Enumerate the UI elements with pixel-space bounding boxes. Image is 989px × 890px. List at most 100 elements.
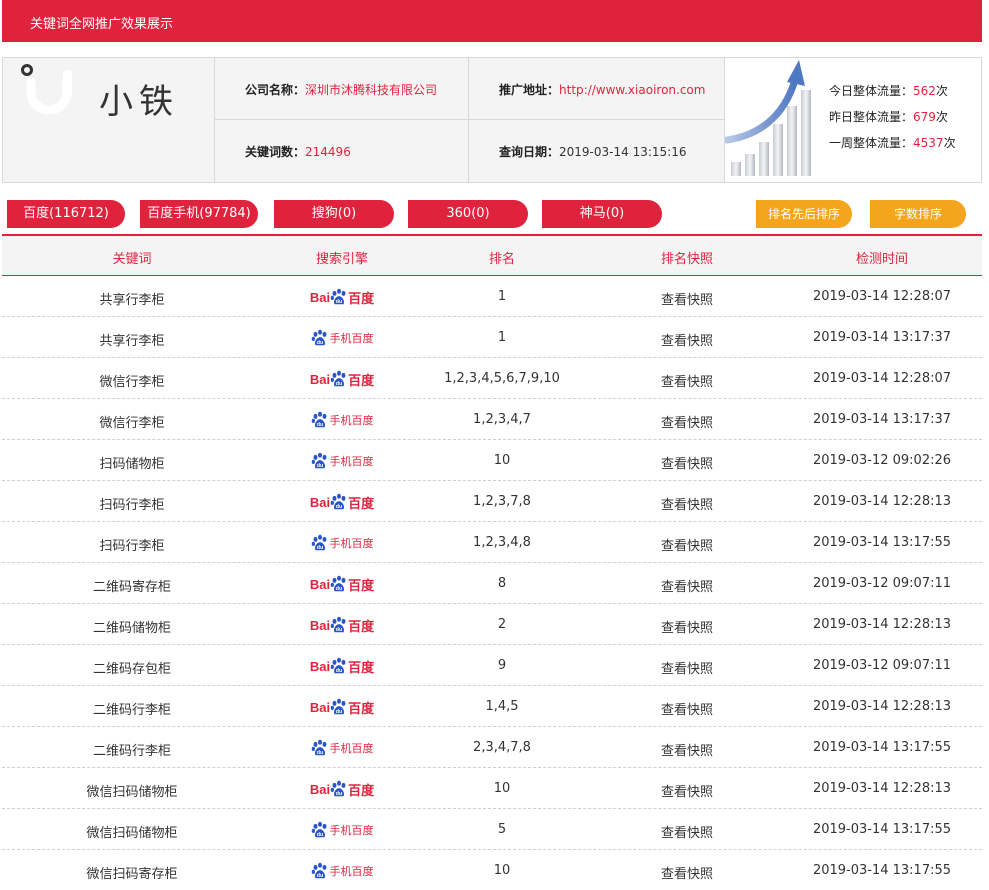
view-snapshot-link[interactable]: 查看快照 bbox=[587, 412, 787, 431]
engine-baidu-logo: Bai du 百度 bbox=[302, 653, 382, 679]
view-snapshot-link[interactable]: 查看快照 bbox=[587, 740, 787, 759]
baidu-logo-cn: 百度 bbox=[348, 291, 375, 307]
svg-text:du: du bbox=[316, 873, 323, 879]
baidu-logo-cn: 百度 bbox=[348, 578, 375, 594]
tab-baidu[interactable]: 百度(116712) bbox=[7, 200, 125, 228]
baidu-logo-cn: 百度 bbox=[348, 660, 375, 676]
baidu-logo-text: Bai bbox=[309, 289, 331, 305]
engine-baidu-logo: Bai du 百度 bbox=[302, 489, 382, 515]
cell-rank: 1,4,5 bbox=[485, 699, 519, 714]
svg-text:du: du bbox=[316, 463, 323, 469]
engine-tabs: 百度(116712) 百度手机(97784) 搜狗(0) 360(0) 神马(0… bbox=[0, 200, 989, 230]
traffic-yesterday-label: 昨日整体流量： bbox=[829, 110, 914, 124]
view-snapshot-link[interactable]: 查看快照 bbox=[587, 289, 787, 308]
cell-time: 2019-03-14 13:17:55 bbox=[812, 535, 952, 550]
table-row: 扫码行李柜 du 手机百度 1,2,3,4,8 查看快照 2019-03-14 … bbox=[2, 522, 982, 563]
engine-baidu-mobile-logo: du 手机百度 bbox=[302, 448, 382, 474]
table-row: 扫码储物柜 du 手机百度 10 查看快照 2019-03-12 09:02:2… bbox=[2, 440, 982, 481]
promo-url-label: 推广地址： bbox=[499, 83, 560, 97]
cell-time: 2019-03-12 09:07:11 bbox=[812, 576, 952, 591]
view-snapshot-link[interactable]: 查看快照 bbox=[587, 453, 787, 472]
svg-text:du: du bbox=[336, 586, 343, 592]
traffic-today: 今日整体流量：562次 bbox=[829, 82, 948, 99]
baidu-logo-text: Bai bbox=[309, 371, 331, 387]
engine-baidu-logo: Bai du 百度 bbox=[302, 694, 382, 720]
view-snapshot-link[interactable]: 查看快照 bbox=[587, 535, 787, 554]
table-row: 微信扫码寄存柜 du 手机百度 10 查看快照 2019-03-14 13:17… bbox=[2, 850, 982, 890]
tab-shenma[interactable]: 神马(0) bbox=[542, 200, 662, 228]
baidu-paw-icon: du bbox=[311, 739, 329, 757]
cell-keyword: 扫码行李柜 bbox=[99, 498, 165, 513]
info-panel: 小铁 公司名称：深圳市沐腾科技有限公司 推广地址：http://www.xiao… bbox=[2, 57, 982, 183]
keyword-count-cell: 关键词数：214496 bbox=[215, 120, 469, 182]
tab-sogou[interactable]: 搜狗(0) bbox=[274, 200, 394, 228]
promo-url-link[interactable]: http://www.xiaoiron.com bbox=[559, 83, 705, 97]
table-row: 微信扫码储物柜 Bai du 百度 10 查看快照 2019-03-14 12:… bbox=[2, 768, 982, 809]
view-snapshot-link[interactable]: 查看快照 bbox=[587, 576, 787, 595]
svg-text:du: du bbox=[316, 340, 323, 346]
traffic-yesterday-unit: 次 bbox=[935, 110, 948, 124]
sort-by-length-button[interactable]: 字数排序 bbox=[870, 200, 966, 228]
cell-rank: 1,2,3,4,7 bbox=[473, 412, 531, 427]
cell-time: 2019-03-12 09:07:11 bbox=[812, 658, 952, 673]
cell-time: 2019-03-14 13:17:55 bbox=[812, 740, 952, 755]
view-snapshot-link[interactable]: 查看快照 bbox=[587, 371, 787, 390]
cell-keyword: 微信扫码储物柜 bbox=[86, 785, 178, 800]
sort-by-rank-button[interactable]: 排名先后排序 bbox=[756, 200, 852, 228]
cell-rank: 5 bbox=[497, 822, 507, 837]
table-row: 二维码储物柜 Bai du 百度 2 查看快照 2019-03-14 12:28… bbox=[2, 604, 982, 645]
engine-baidu-mobile-logo: du 手机百度 bbox=[302, 735, 382, 761]
cell-keyword: 扫码储物柜 bbox=[99, 457, 165, 472]
view-snapshot-link[interactable]: 查看快照 bbox=[587, 863, 787, 882]
baidu-logo-cn: 百度 bbox=[348, 619, 375, 635]
svg-text:du: du bbox=[316, 545, 323, 551]
table-row: 二维码行李柜 du 手机百度 2,3,4,7,8 查看快照 2019-03-14… bbox=[2, 727, 982, 768]
view-snapshot-link[interactable]: 查看快照 bbox=[587, 822, 787, 841]
engine-baidu-mobile-logo: du 手机百度 bbox=[302, 325, 382, 351]
cell-keyword: 二维码存包柜 bbox=[92, 662, 171, 677]
engine-baidu-logo: Bai du 百度 bbox=[302, 612, 382, 638]
svg-text:du: du bbox=[336, 381, 343, 387]
view-snapshot-link[interactable]: 查看快照 bbox=[587, 699, 787, 718]
cell-time: 2019-03-14 12:28:13 bbox=[812, 781, 952, 796]
cell-keyword: 共享行李柜 bbox=[99, 293, 165, 308]
view-snapshot-link[interactable]: 查看快照 bbox=[587, 330, 787, 349]
traffic-today-value: 562 bbox=[913, 84, 936, 98]
cell-rank: 1 bbox=[497, 330, 507, 345]
view-snapshot-link[interactable]: 查看快照 bbox=[587, 658, 787, 677]
cell-time: 2019-03-12 09:02:26 bbox=[812, 453, 952, 468]
view-snapshot-link[interactable]: 查看快照 bbox=[587, 494, 787, 513]
cell-rank: 2,3,4,7,8 bbox=[473, 740, 531, 755]
cell-rank: 1,2,3,4,5,6,7,9,10 bbox=[444, 371, 560, 386]
traffic-week-value: 4537 bbox=[913, 136, 944, 150]
baidu-paw-icon: du bbox=[330, 575, 348, 593]
tab-360[interactable]: 360(0) bbox=[408, 200, 528, 228]
logo-area: 小铁 bbox=[3, 58, 215, 182]
cell-rank: 10 bbox=[493, 863, 511, 878]
cell-rank: 1 bbox=[497, 289, 507, 304]
brand-logo-icon bbox=[21, 64, 72, 115]
cell-time: 2019-03-14 13:17:55 bbox=[812, 863, 952, 878]
cell-keyword: 微信行李柜 bbox=[99, 375, 165, 390]
cell-keyword: 扫码行李柜 bbox=[99, 539, 165, 554]
company-name-cell: 公司名称：深圳市沐腾科技有限公司 bbox=[215, 58, 469, 120]
keyword-count-value: 214496 bbox=[305, 145, 351, 159]
baidu-paw-icon: du bbox=[330, 616, 348, 634]
cell-rank: 8 bbox=[497, 576, 507, 591]
tab-baidu-mobile[interactable]: 百度手机(97784) bbox=[140, 200, 258, 228]
table-body: 共享行李柜 Bai du 百度 1 查看快照 2019-03-14 12:28:… bbox=[2, 276, 982, 890]
table-row: 扫码行李柜 Bai du 百度 1,2,3,7,8 查看快照 2019-03-1… bbox=[2, 481, 982, 522]
traffic-yesterday-value: 679 bbox=[913, 110, 936, 124]
traffic-yesterday: 昨日整体流量：679次 bbox=[829, 108, 948, 125]
baidu-mobile-text: 手机百度 bbox=[329, 742, 374, 755]
table-row: 共享行李柜 du 手机百度 1 查看快照 2019-03-14 13:17:37 bbox=[2, 317, 982, 358]
baidu-logo-text: Bai bbox=[309, 781, 331, 797]
view-snapshot-link[interactable]: 查看快照 bbox=[587, 781, 787, 800]
cell-time: 2019-03-14 12:28:13 bbox=[812, 617, 952, 632]
cell-time: 2019-03-14 13:17:55 bbox=[812, 822, 952, 837]
table-header: 关键词 搜索引擎 排名 排名快照 检测时间 bbox=[2, 234, 982, 276]
view-snapshot-link[interactable]: 查看快照 bbox=[587, 617, 787, 636]
cell-keyword: 微信行李柜 bbox=[99, 416, 165, 431]
company-name-label: 公司名称： bbox=[245, 83, 306, 97]
cell-time: 2019-03-14 12:28:13 bbox=[812, 494, 952, 509]
